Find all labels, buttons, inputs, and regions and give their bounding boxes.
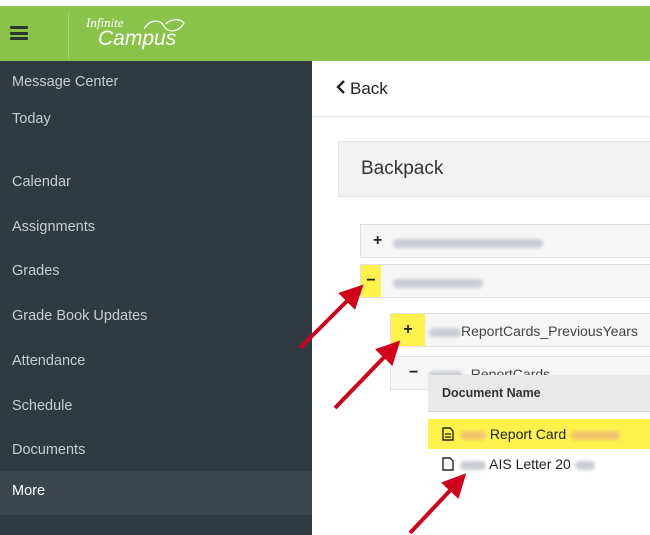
sidebar: Message Center Today Calendar Assignment…	[0, 61, 312, 535]
sidebar-item-label: Grades	[12, 263, 60, 279]
hamburger-menu-icon[interactable]	[10, 26, 28, 40]
sidebar-item-grade-book-updates[interactable]: Grade Book Updates	[0, 302, 312, 346]
sidebar-item-label: Attendance	[12, 353, 86, 369]
column-header-document-name: Document Name	[442, 386, 541, 400]
main-content: Back Backpack + − + ReportCards_Previous…	[312, 61, 650, 535]
folder-label: ReportCards_PreviousYears	[429, 323, 638, 339]
sidebar-item-label: More	[12, 483, 46, 499]
document-row-ais-letter[interactable]: AIS Letter 20	[428, 449, 650, 475]
expand-toggle[interactable]: +	[391, 314, 425, 346]
sidebar-item-label: Assignments	[12, 219, 96, 235]
sidebar-item-label: Documents	[12, 442, 86, 458]
sidebar-item-calendar[interactable]: Calendar	[0, 149, 312, 193]
page-title-card: Backpack	[338, 141, 650, 197]
logo-divider	[68, 12, 69, 60]
folder-name: ReportCards_PreviousYears	[461, 323, 638, 339]
infinite-campus-logo[interactable]: Infinite Campus	[86, 16, 185, 49]
document-label: AIS Letter 20	[489, 456, 571, 472]
document-row-report-card[interactable]: Report Card	[428, 419, 650, 449]
sidebar-item-label: Schedule	[12, 398, 73, 414]
document-label: Report Card	[489, 426, 567, 442]
collapse-toggle[interactable]: −	[409, 364, 418, 382]
sidebar-item-attendance[interactable]: Attendance	[0, 347, 312, 391]
page-title: Backpack	[361, 158, 444, 179]
expand-toggle[interactable]: +	[373, 232, 382, 250]
sidebar-item-today[interactable]: Today	[0, 105, 312, 149]
sidebar-item-schedule[interactable]: Schedule	[0, 392, 312, 436]
sidebar-item-more[interactable]: More	[0, 471, 312, 515]
sidebar-item-label: Grade Book Updates	[12, 308, 148, 324]
tree-row-student-2[interactable]: −	[360, 264, 650, 298]
collapse-toggle[interactable]: −	[361, 265, 381, 297]
back-label: Back	[350, 79, 388, 98]
sidebar-item-grades[interactable]: Grades	[0, 257, 312, 301]
redacted-student-name	[393, 234, 543, 250]
document-icon	[442, 427, 454, 446]
document-name: Report Card	[460, 426, 621, 442]
chevron-left-icon	[336, 79, 346, 99]
sidebar-item-label: Message Center	[12, 74, 119, 90]
top-bar: Infinite Campus	[0, 6, 650, 61]
sidebar-item-label: Today	[12, 111, 51, 127]
documents-table-header: Document Name	[428, 375, 650, 412]
document-icon	[442, 457, 454, 475]
header-divider	[312, 116, 650, 117]
sidebar-item-label: Calendar	[12, 174, 71, 190]
tree-row-folder-previous-years[interactable]: + ReportCards_PreviousYears	[390, 313, 650, 347]
logo-swoosh-icon	[143, 19, 185, 32]
document-name: AIS Letter 20	[460, 456, 595, 472]
tree-row-student-1[interactable]: +	[360, 224, 650, 258]
sidebar-item-assignments[interactable]: Assignments	[0, 211, 312, 255]
sidebar-item-message-center[interactable]: Message Center	[0, 61, 312, 105]
redacted-student-name	[393, 274, 483, 290]
back-button[interactable]: Back	[336, 79, 388, 99]
